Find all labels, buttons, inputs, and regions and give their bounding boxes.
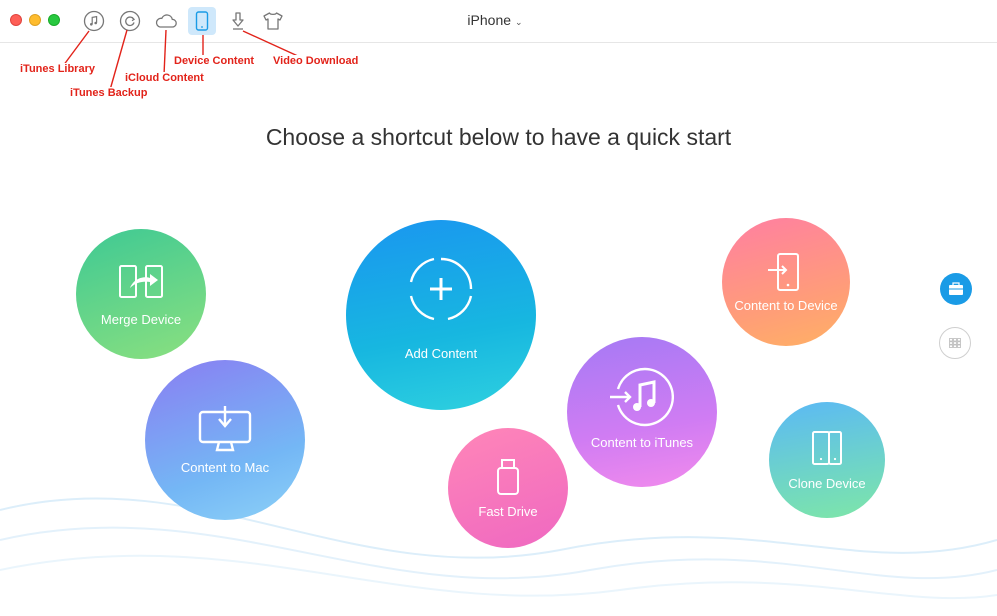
- usb-drive-icon: [497, 458, 519, 495]
- cloud-icon: [155, 14, 177, 28]
- chevron-down-icon: ⌄: [515, 17, 523, 27]
- content-to-mac-label: Content to Mac: [180, 459, 270, 475]
- clone-device-label: Clone Device: [788, 475, 866, 491]
- download-arrow-icon: [232, 12, 244, 30]
- grid-view-button[interactable]: [939, 327, 971, 359]
- grid-icon: [949, 338, 961, 348]
- close-window-button[interactable]: [10, 14, 22, 26]
- add-plus-icon: [409, 257, 473, 320]
- clone-device-button[interactable]: Clone Device: [769, 402, 885, 518]
- toolbox-icon: [949, 282, 963, 295]
- icloud-content-button[interactable]: [153, 8, 179, 34]
- content-to-mac-button[interactable]: Content to Mac: [145, 360, 305, 520]
- theme-button[interactable]: [260, 8, 286, 34]
- content-to-itunes-label: Content to iTunes: [590, 434, 694, 450]
- merge-device-button[interactable]: Merge Device: [76, 229, 206, 359]
- phone-import-icon: [768, 252, 799, 291]
- itunes-library-button[interactable]: [81, 8, 107, 34]
- toolbox-view-button[interactable]: [940, 273, 972, 305]
- add-content-label: Add Content: [404, 345, 478, 361]
- fast-drive-button[interactable]: Fast Drive: [448, 428, 568, 548]
- merge-device-icon: [119, 264, 163, 298]
- itunes-import-icon: [610, 367, 674, 426]
- phone-icon: [195, 11, 209, 31]
- content-to-device-label: Content to Device: [734, 297, 838, 313]
- backup-clock-icon: [119, 10, 141, 32]
- clone-phones-icon: [812, 430, 842, 465]
- minimize-window-button[interactable]: [29, 14, 41, 26]
- music-note-icon: [83, 10, 105, 32]
- annotation-device-content: Device Content: [173, 55, 256, 67]
- annotation-video-download: Video Download: [272, 55, 360, 67]
- monitor-download-icon: [198, 405, 252, 451]
- page-headline: Choose a shortcut below to have a quick …: [265, 124, 732, 150]
- merge-device-label: Merge Device: [100, 311, 182, 327]
- add-content-button[interactable]: Add Content: [346, 220, 536, 410]
- content-to-itunes-button[interactable]: Content to iTunes: [567, 337, 717, 487]
- device-selector[interactable]: iPhone ⌄: [440, 12, 550, 28]
- device-name: iPhone: [467, 12, 512, 28]
- annotation-itunes-library: iTunes Library: [19, 63, 96, 75]
- annotation-itunes-backup: iTunes Backup: [69, 87, 149, 99]
- zoom-window-button[interactable]: [48, 14, 60, 26]
- video-download-button[interactable]: [225, 8, 251, 34]
- content-to-device-button[interactable]: Content to Device: [722, 218, 850, 346]
- device-content-button[interactable]: [188, 7, 216, 35]
- itunes-backup-button[interactable]: [117, 8, 143, 34]
- tshirt-icon: [263, 12, 283, 30]
- title-bar: iPhone ⌄: [0, 0, 997, 43]
- annotation-icloud-content: iCloud Content: [124, 72, 205, 84]
- fast-drive-label: Fast Drive: [478, 503, 538, 519]
